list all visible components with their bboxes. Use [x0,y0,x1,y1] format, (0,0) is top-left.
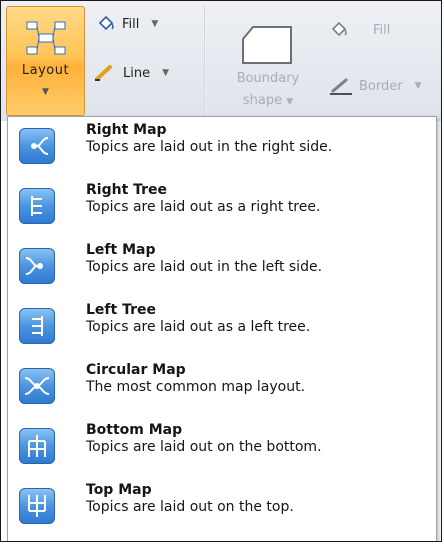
paint-bucket-icon [98,15,114,31]
menu-item-description: Topics are laid out as a left tree. [86,319,311,335]
circular-map-icon [19,368,55,404]
menu-item-left-tree[interactable]: Left Tree Topics are laid out as a left … [8,297,436,359]
boundary-shape-icon [242,26,292,64]
menu-item-title: Left Tree [86,302,156,318]
menu-item-right-map[interactable]: Right Map Topics are laid out in the rig… [8,117,436,179]
boundary-shape-button[interactable]: Boundary shape ▼ [213,68,323,113]
fill-dropdown-icon[interactable]: ▼ [151,19,158,29]
menu-item-title: Circular Map [86,362,186,378]
line-dropdown-icon[interactable]: ▼ [162,68,169,78]
menu-item-description: Topics are laid out on the bottom. [86,439,322,455]
ribbon: Layout ▼ Fill ▼ Line ▼ Boundary shape ▼ … [1,1,441,121]
menu-item-description: The most common map layout. [86,379,306,395]
fill2-label: Fill [373,22,391,38]
menu-item-title: Left Map [86,242,156,258]
left-map-icon [19,248,55,284]
pencil-icon [330,78,352,95]
menu-item-circular-map[interactable]: Circular Map The most common map layout. [8,357,436,419]
menu-item-description: Topics are laid out in the right side. [86,139,333,155]
pencil-icon [95,65,112,81]
boundary-label-line1: Boundary [236,71,300,86]
menu-item-description: Topics are laid out as a right tree. [86,199,321,215]
menu-item-description: Topics are laid out in the left side. [86,259,323,275]
ribbon-separator [204,5,206,117]
menu-item-title: Bottom Map [86,422,183,438]
layout-label: Layout [21,63,70,78]
layout-button[interactable]: Layout ▼ [6,6,85,116]
menu-item-title: Right Tree [86,182,168,198]
border-label: Border [359,78,403,94]
boundary-label-line2: shape [242,93,283,108]
right-tree-icon [19,188,55,224]
line-label: Line [123,65,151,81]
chevron-down-icon: ▼ [286,97,294,107]
left-tree-icon [19,308,55,344]
fill-button[interactable]: Fill ▼ [96,13,158,35]
paint-bucket-icon [331,21,347,37]
menu-item-left-map[interactable]: Left Map Topics are laid out in the left… [8,237,436,299]
menu-item-right-tree[interactable]: Right Tree Topics are laid out as a righ… [8,177,436,239]
right-map-icon [19,128,55,164]
menu-item-description: Topics are laid out on the top. [86,499,294,515]
line-button[interactable]: Line ▼ [93,62,169,84]
fill-label: Fill [122,16,140,32]
menu-item-title: Right Map [86,122,167,138]
layout-dropdown-menu: Right Map Topics are laid out in the rig… [7,116,437,541]
bottom-map-icon [19,428,55,464]
top-map-icon [19,488,55,524]
border-dropdown-icon[interactable]: ▼ [415,81,422,91]
window-frame: Layout ▼ Fill ▼ Line ▼ Boundary shape ▼ … [0,0,442,542]
border-button[interactable]: Border ▼ [329,75,422,97]
layout-icon [26,21,66,55]
menu-item-title: Top Map [86,482,152,498]
chevron-down-icon: ▼ [42,87,49,97]
fill2-button[interactable]: Fill [329,19,390,41]
menu-item-bottom-map[interactable]: Bottom Map Topics are laid out on the bo… [8,417,436,479]
menu-item-top-map[interactable]: Top Map Topics are laid out on the top. [8,477,436,539]
